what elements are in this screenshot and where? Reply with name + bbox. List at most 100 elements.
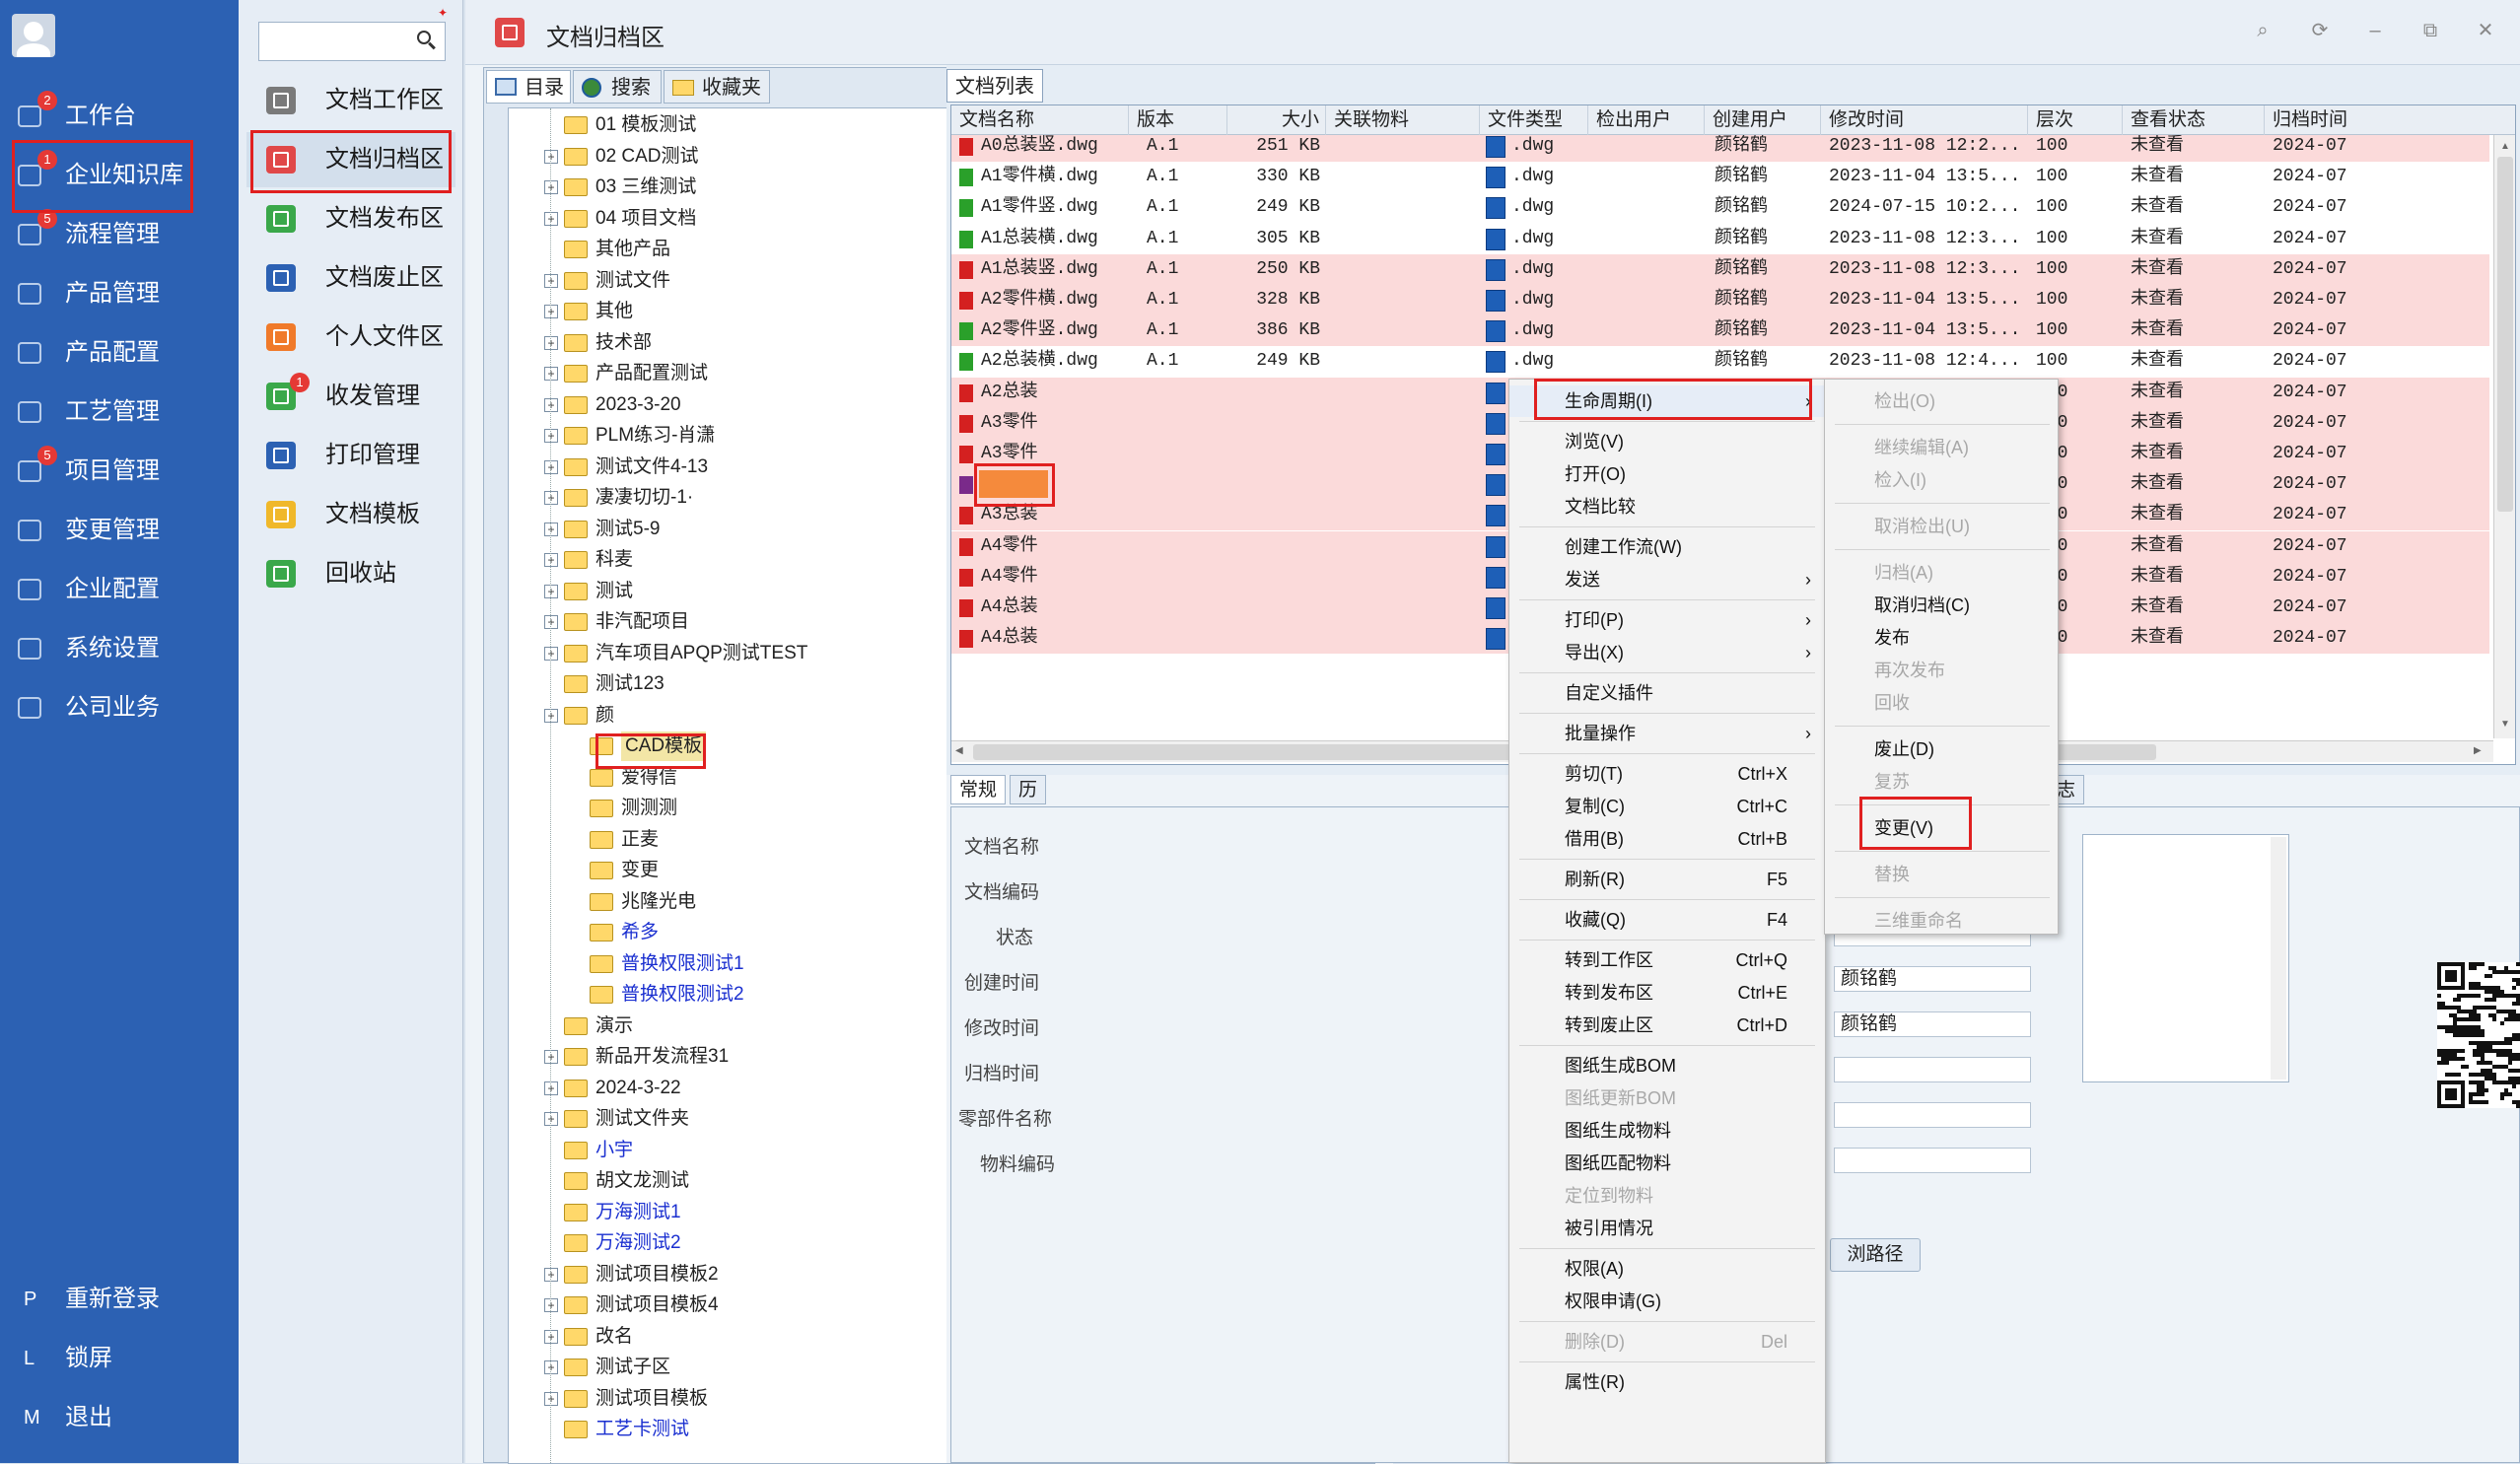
column-header[interactable]: 层次	[2028, 105, 2123, 135]
submenu-item[interactable]: 取消归档(C)	[1825, 590, 2058, 621]
tab-directory[interactable]: 目录	[486, 70, 571, 104]
expand-icon[interactable]: +	[544, 553, 558, 567]
column-header[interactable]: 创建用户	[1705, 105, 1821, 135]
expand-icon[interactable]: +	[544, 459, 558, 474]
sidebar-item-8[interactable]: 企业配置	[0, 562, 239, 617]
sidebar-item-10[interactable]: 公司业务	[0, 680, 239, 735]
expand-icon[interactable]: +	[544, 211, 558, 226]
minimize-icon[interactable]: –	[2360, 16, 2390, 45]
expand-icon[interactable]: +	[544, 1360, 558, 1374]
grid-vscrollbar[interactable]: ▲ ▼	[2493, 135, 2515, 738]
expand-icon[interactable]: +	[544, 149, 558, 164]
detail-tab-1[interactable]: 历	[1010, 775, 1047, 804]
menu-item[interactable]: 导出(X) ›	[1509, 637, 1825, 668]
menu-item[interactable]: 创建工作流(W)	[1509, 531, 1825, 563]
sidebar-item-3[interactable]: 产品管理	[0, 266, 239, 321]
pin-icon[interactable]: ✦	[438, 6, 448, 20]
column-header[interactable]: 关联物料	[1326, 105, 1480, 135]
menu-item[interactable]: 被引用情况	[1509, 1213, 1825, 1244]
sidebar-item-9[interactable]: 系统设置	[0, 621, 239, 676]
menu-item[interactable]: 转到废止区 Ctrl+D	[1509, 1010, 1825, 1041]
menu-item[interactable]: 权限申请(G)	[1509, 1286, 1825, 1317]
area-item-6[interactable]: 打印管理	[246, 428, 455, 483]
expand-icon[interactable]: +	[544, 1298, 558, 1312]
submenu-item[interactable]: 废止(D)	[1825, 733, 2058, 765]
search-input[interactable]	[261, 25, 407, 58]
menu-item[interactable]: 打印(P) ›	[1509, 604, 1825, 636]
expand-icon[interactable]: +	[544, 429, 558, 443]
expand-icon[interactable]: +	[544, 367, 558, 381]
expand-icon[interactable]: +	[544, 522, 558, 536]
area-item-2[interactable]: 文档发布区	[246, 191, 455, 246]
view-path-button[interactable]: 浏路径	[1830, 1238, 1921, 1272]
menu-item[interactable]: 打开(O)	[1509, 458, 1825, 490]
table-row[interactable]: A1总装竖.dwg A.1 250 KB .dwg 颜铭鹤 2023-11-08 12:3…	[951, 253, 2489, 285]
menu-item[interactable]: 图纸生成物料	[1509, 1115, 1825, 1147]
sidebar-bottom-1[interactable]: L 锁屏	[0, 1331, 239, 1386]
expand-icon[interactable]: +	[544, 1112, 558, 1126]
restore-icon[interactable]: ⧉	[2415, 16, 2445, 45]
menu-item[interactable]: 自定义插件	[1509, 677, 1825, 709]
menu-item[interactable]: 权限(A)	[1509, 1253, 1825, 1285]
refresh-icon[interactable]: ⟳	[2305, 16, 2335, 45]
area-item-5[interactable]: 收发管理 1	[246, 369, 455, 424]
sidebar-bottom-2[interactable]: M 退出	[0, 1390, 239, 1445]
column-header[interactable]: 检出用户	[1588, 105, 1705, 135]
menu-item[interactable]: 复制(C) Ctrl+C	[1509, 791, 1825, 822]
expand-icon[interactable]: +	[544, 708, 558, 723]
menu-item[interactable]: 图纸匹配物料	[1509, 1148, 1825, 1179]
sidebar-bottom-0[interactable]: P 重新登录	[0, 1272, 239, 1327]
expand-icon[interactable]: +	[544, 646, 558, 661]
expand-icon[interactable]: +	[544, 273, 558, 288]
area-item-4[interactable]: 个人文件区	[246, 310, 455, 365]
expand-icon[interactable]: +	[544, 1391, 558, 1406]
search-box[interactable]	[258, 22, 446, 61]
menu-item[interactable]: 图纸生成BOM	[1509, 1050, 1825, 1081]
menu-item[interactable]: 转到发布区 Ctrl+E	[1509, 977, 1825, 1009]
column-header[interactable]: 文件类型	[1480, 105, 1588, 135]
user-avatar[interactable]	[12, 14, 55, 57]
remark-box[interactable]	[2082, 834, 2289, 1082]
sidebar-item-2[interactable]: 流程管理 5	[0, 207, 239, 262]
expand-icon[interactable]: +	[544, 335, 558, 350]
tab-document-list[interactable]: 文档列表	[946, 69, 1043, 103]
expand-icon[interactable]: +	[544, 397, 558, 412]
table-row[interactable]: A2总装横.dwg A.1 249 KB .dwg 颜铭鹤 2023-11-08 12:4…	[951, 346, 2489, 378]
detail-tab-0[interactable]: 常规	[950, 775, 1007, 804]
sidebar-item-6[interactable]: 项目管理 5	[0, 444, 239, 499]
tab-favorites[interactable]: 收藏夹	[664, 70, 770, 104]
search-icon[interactable]: ⌕	[2248, 16, 2277, 45]
menu-item[interactable]: 收藏(Q) F4	[1509, 904, 1825, 936]
menu-item[interactable]: 借用(B) Ctrl+B	[1509, 823, 1825, 855]
expand-icon[interactable]: +	[544, 1050, 558, 1064]
area-item-0[interactable]: 文档工作区	[246, 73, 455, 128]
area-item-3[interactable]: 文档废止区	[246, 250, 455, 306]
menu-item[interactable]: 属性(R)	[1509, 1366, 1825, 1398]
table-row[interactable]: A1总装横.dwg A.1 305 KB .dwg 颜铭鹤 2023-11-08 12:3…	[951, 223, 2489, 254]
expand-icon[interactable]: +	[544, 584, 558, 598]
expand-icon[interactable]: +	[544, 1329, 558, 1344]
area-item-8[interactable]: 回收站	[246, 546, 455, 601]
expand-icon[interactable]: +	[544, 180, 558, 194]
table-row[interactable]: A2零件竖.dwg A.1 386 KB .dwg 颜铭鹤 2023-11-04 13:5…	[951, 315, 2489, 347]
menu-item[interactable]: 浏览(V)	[1509, 426, 1825, 457]
search-icon[interactable]	[413, 29, 439, 54]
column-header[interactable]: 版本	[1129, 105, 1227, 135]
table-row[interactable]: A2零件横.dwg A.1 328 KB .dwg 颜铭鹤 2023-11-04 13:5…	[951, 285, 2489, 315]
table-row[interactable]: A1零件横.dwg A.1 330 KB .dwg 颜铭鹤 2023-11-04 13:5…	[951, 162, 2489, 193]
expand-icon[interactable]: +	[544, 615, 558, 629]
menu-item[interactable]: 剪切(T) Ctrl+X	[1509, 758, 1825, 790]
menu-item[interactable]: 转到工作区 Ctrl+Q	[1509, 944, 1825, 976]
table-row[interactable]: A0总装竖.dwg A.1 251 KB .dwg 颜铭鹤 2023-11-08 12:2…	[951, 135, 2489, 162]
expand-icon[interactable]: +	[544, 1081, 558, 1095]
menu-item[interactable]: 文档比较	[1509, 491, 1825, 523]
column-header[interactable]: 查看状态	[2123, 105, 2265, 135]
area-item-7[interactable]: 文档模板	[246, 487, 455, 542]
column-header[interactable]: 大小	[1227, 105, 1326, 135]
sidebar-item-4[interactable]: 产品配置	[0, 325, 239, 381]
menu-item[interactable]: 批量操作 ›	[1509, 718, 1825, 749]
sidebar-item-0[interactable]: 工作台 2	[0, 89, 239, 144]
expand-icon[interactable]: +	[544, 1267, 558, 1282]
column-header[interactable]: 归档时间	[2265, 105, 2515, 135]
sidebar-item-7[interactable]: 变更管理	[0, 503, 239, 558]
